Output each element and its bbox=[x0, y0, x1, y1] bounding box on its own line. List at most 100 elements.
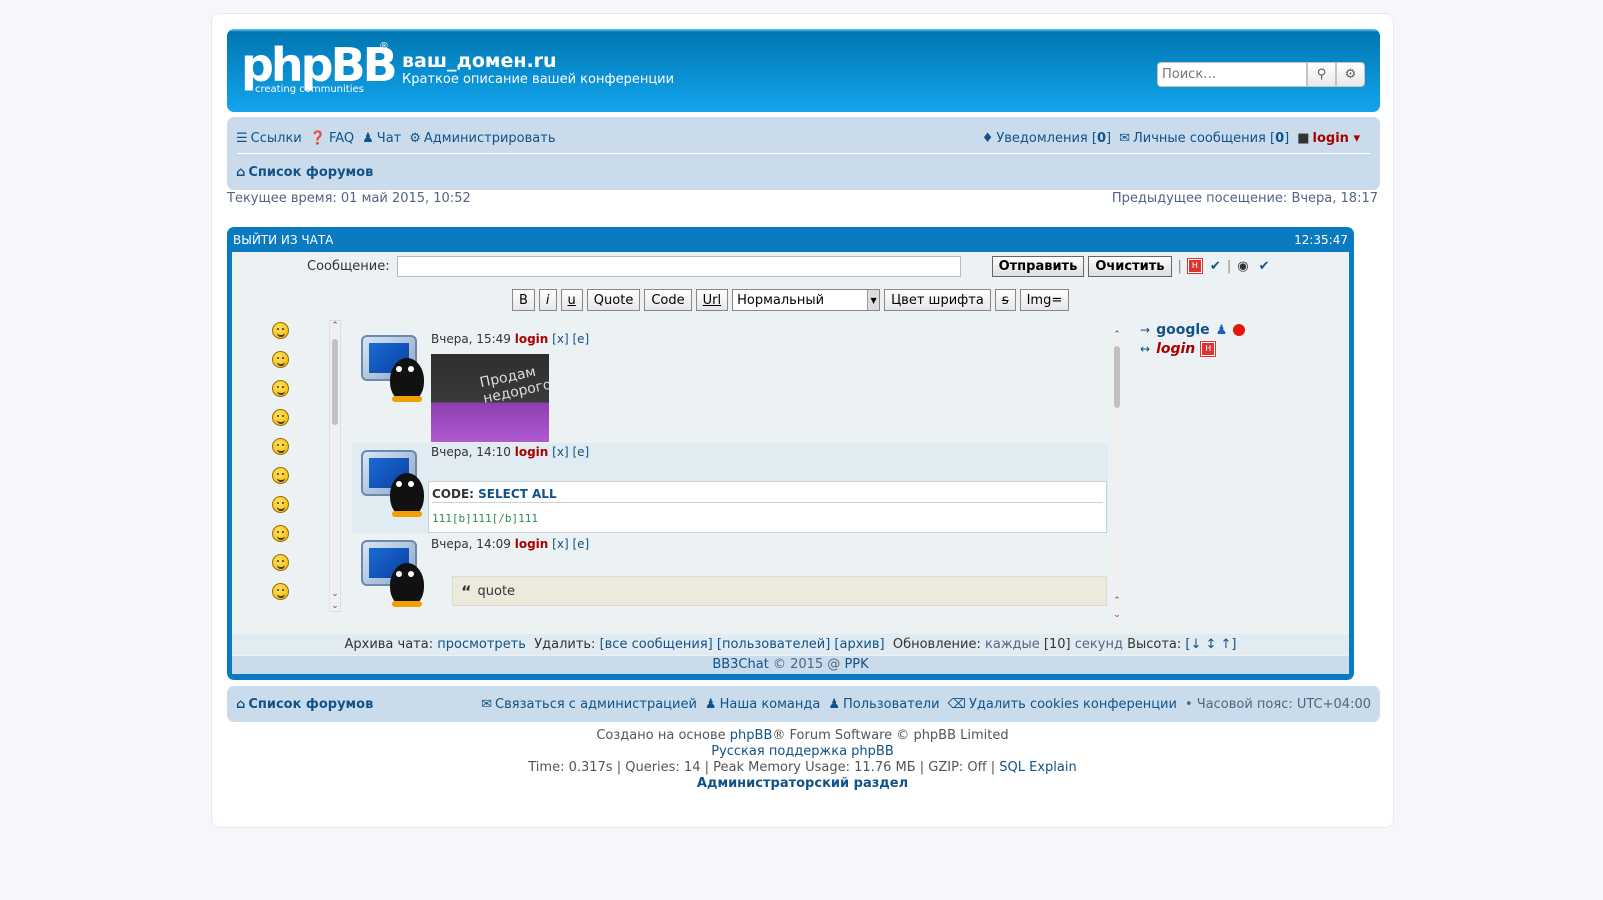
envelope-icon: ✉ bbox=[481, 696, 493, 712]
select-all-link[interactable]: SELECT ALL bbox=[478, 487, 556, 501]
smiley-icon[interactable] bbox=[272, 525, 289, 542]
smiley-icon[interactable] bbox=[272, 467, 289, 484]
font-size-select[interactable]: Нормальный ▼ bbox=[732, 289, 881, 311]
check-icon[interactable]: ✔ bbox=[1259, 259, 1270, 274]
clear-button[interactable]: Очистить bbox=[1088, 255, 1172, 277]
stop-icon: H bbox=[1200, 341, 1217, 357]
avatar bbox=[358, 447, 428, 519]
timezone: • Часовой пояс: UTC+04:00 bbox=[1184, 696, 1371, 712]
page-wrapper: phpBB ® creating communities ваш_домен.r… bbox=[211, 13, 1394, 828]
users-icon: ♟ bbox=[828, 696, 841, 712]
nav-admin[interactable]: ⚙ Администрировать bbox=[409, 131, 555, 146]
chat-panel: ВЫЙТИ ИЗ ЧАТА 12:35:47 Сообщение: Отправ… bbox=[227, 227, 1354, 680]
update-interval[interactable]: [10] bbox=[1044, 637, 1071, 652]
scroll-down-icon[interactable]: ⌄ bbox=[1112, 610, 1122, 620]
scroll-down-icon[interactable]: ⌄ bbox=[330, 589, 340, 599]
user-menu[interactable]: ■ login ▾ bbox=[1297, 131, 1360, 146]
phpbb-link[interactable]: phpBB bbox=[730, 728, 773, 743]
send-button[interactable]: Отправить bbox=[991, 255, 1085, 277]
url-button[interactable]: Url bbox=[695, 289, 729, 311]
search-input[interactable] bbox=[1157, 62, 1307, 87]
code-block: CODE: SELECT ALL 111[b]111[/b]111 bbox=[428, 481, 1107, 533]
edit-message-link[interactable]: [e] bbox=[572, 537, 589, 551]
team-icon: ♟ bbox=[704, 696, 717, 712]
nav-faq[interactable]: ❓ FAQ bbox=[310, 131, 354, 146]
scroll-down-icon[interactable]: ⌄ bbox=[330, 601, 340, 611]
site-title: ваш_домен.ru bbox=[402, 50, 557, 72]
user-name[interactable]: google bbox=[1156, 322, 1210, 338]
message-image[interactable]: Продам недорого bbox=[431, 354, 549, 442]
nav-notifications[interactable]: ♦ Уведомления [0] bbox=[982, 131, 1111, 146]
ru-support-link[interactable]: Русская поддержка phpBB bbox=[711, 744, 894, 759]
user-name[interactable]: login bbox=[1156, 341, 1195, 357]
trash-icon: ⌫ bbox=[947, 696, 966, 712]
scroll-up-icon[interactable]: ⌃ bbox=[330, 321, 340, 331]
members-link[interactable]: ♟ Пользователи bbox=[828, 697, 939, 712]
nav-chat[interactable]: ♟ Чат bbox=[362, 131, 401, 146]
edit-message-link[interactable]: [e] bbox=[572, 332, 589, 346]
bold-button[interactable]: B bbox=[512, 289, 535, 311]
chat-controls: Архива чата: просмотреть Удалить: [все с… bbox=[232, 634, 1349, 655]
strike-button[interactable]: s bbox=[994, 289, 1016, 311]
font-color-button[interactable]: Цвет шрифта bbox=[884, 289, 991, 311]
check-icon[interactable]: ✔ bbox=[1210, 259, 1221, 274]
delete-archive-link[interactable]: [архив] bbox=[834, 637, 884, 652]
message-author[interactable]: login bbox=[515, 332, 549, 346]
exit-chat-link[interactable]: ВЫЙТИ ИЗ ЧАТА bbox=[233, 233, 333, 247]
messages-scrollbar[interactable]: ⌃ ⌃ ⌄ bbox=[1112, 330, 1123, 622]
smiley-scrollbar[interactable]: ⌃ ⌄ ⌄ bbox=[329, 320, 341, 612]
footer-forum-list[interactable]: ⌂ Список форумов bbox=[236, 697, 373, 712]
chat-icon: ♟ bbox=[362, 130, 374, 146]
img-button[interactable]: Img= bbox=[1019, 289, 1070, 311]
avatar-icon: ■ bbox=[1297, 130, 1310, 146]
advanced-search-button[interactable]: ⚙ bbox=[1336, 62, 1365, 87]
message-input[interactable] bbox=[396, 255, 961, 277]
menu-icon: ☰ bbox=[236, 130, 248, 146]
logo-subtitle: creating communities bbox=[255, 84, 364, 95]
smiley-icon[interactable] bbox=[272, 438, 289, 455]
edit-message-link[interactable]: [e] bbox=[572, 445, 589, 459]
delete-cookies-link[interactable]: ⌫ Удалить cookies конференции bbox=[948, 697, 1177, 712]
scroll-up-icon[interactable]: ⌃ bbox=[1112, 596, 1122, 606]
smiley-icon[interactable] bbox=[272, 554, 289, 571]
delete-message-link[interactable]: [x] bbox=[552, 332, 568, 346]
smiley-icon[interactable] bbox=[272, 496, 289, 513]
sql-explain-link[interactable]: SQL Explain bbox=[999, 760, 1076, 775]
underline-button[interactable]: u bbox=[560, 289, 583, 311]
smiley-icon[interactable] bbox=[272, 583, 289, 600]
smiley-icon[interactable] bbox=[272, 380, 289, 397]
bb3chat-link[interactable]: BB3Chat bbox=[712, 657, 769, 672]
message-author[interactable]: login bbox=[515, 537, 549, 551]
breadcrumb-forum-list[interactable]: ⌂ Список форумов bbox=[236, 165, 373, 180]
delete-users-link[interactable]: [пользователей] bbox=[717, 637, 830, 652]
delete-message-link[interactable]: [x] bbox=[552, 537, 568, 551]
acp-link[interactable]: Администраторский раздел bbox=[697, 776, 908, 791]
italic-button[interactable]: i bbox=[538, 289, 557, 311]
smiley-icon[interactable] bbox=[272, 322, 289, 339]
search-button[interactable]: ⚲ bbox=[1307, 62, 1336, 87]
nav-links[interactable]: ☰ Ссылки bbox=[236, 131, 302, 146]
team-link[interactable]: ♟ Наша команда bbox=[705, 697, 820, 712]
author-link[interactable]: PPK bbox=[844, 657, 868, 672]
list-item: → google ♟ bbox=[1140, 321, 1246, 339]
quote-block: “quote bbox=[452, 576, 1107, 606]
archive-view-link[interactable]: просмотреть bbox=[437, 637, 526, 652]
delete-all-link[interactable]: [все сообщения] bbox=[600, 637, 713, 652]
list-item: Вчера, 14:10 login [x] [e] CODE: SELECT … bbox=[352, 443, 1108, 533]
smiley-icon[interactable] bbox=[272, 351, 289, 368]
delete-message-link[interactable]: [x] bbox=[552, 445, 568, 459]
site-description: Краткое описание вашей конференции bbox=[402, 72, 675, 87]
faq-icon: ❓ bbox=[309, 130, 326, 146]
message-author[interactable]: login bbox=[515, 445, 549, 459]
contact-admin-link[interactable]: ✉ Связаться с администрацией bbox=[481, 697, 697, 712]
quote-button[interactable]: Quote bbox=[586, 289, 641, 311]
height-control[interactable]: [↓ ↕ ↑] bbox=[1185, 637, 1236, 652]
smiley-icon[interactable] bbox=[272, 409, 289, 426]
stop-icon[interactable]: H bbox=[1186, 258, 1203, 274]
scroll-up-icon[interactable]: ⌃ bbox=[1112, 330, 1122, 340]
eye-icon[interactable]: ◉ bbox=[1237, 259, 1248, 274]
code-button[interactable]: Code bbox=[644, 289, 692, 311]
list-item: ↔ login H bbox=[1140, 340, 1245, 358]
phpbb-logo[interactable]: phpBB ® creating communities bbox=[241, 39, 401, 99]
nav-private-messages[interactable]: ✉ Личные сообщения [0] bbox=[1119, 131, 1289, 146]
